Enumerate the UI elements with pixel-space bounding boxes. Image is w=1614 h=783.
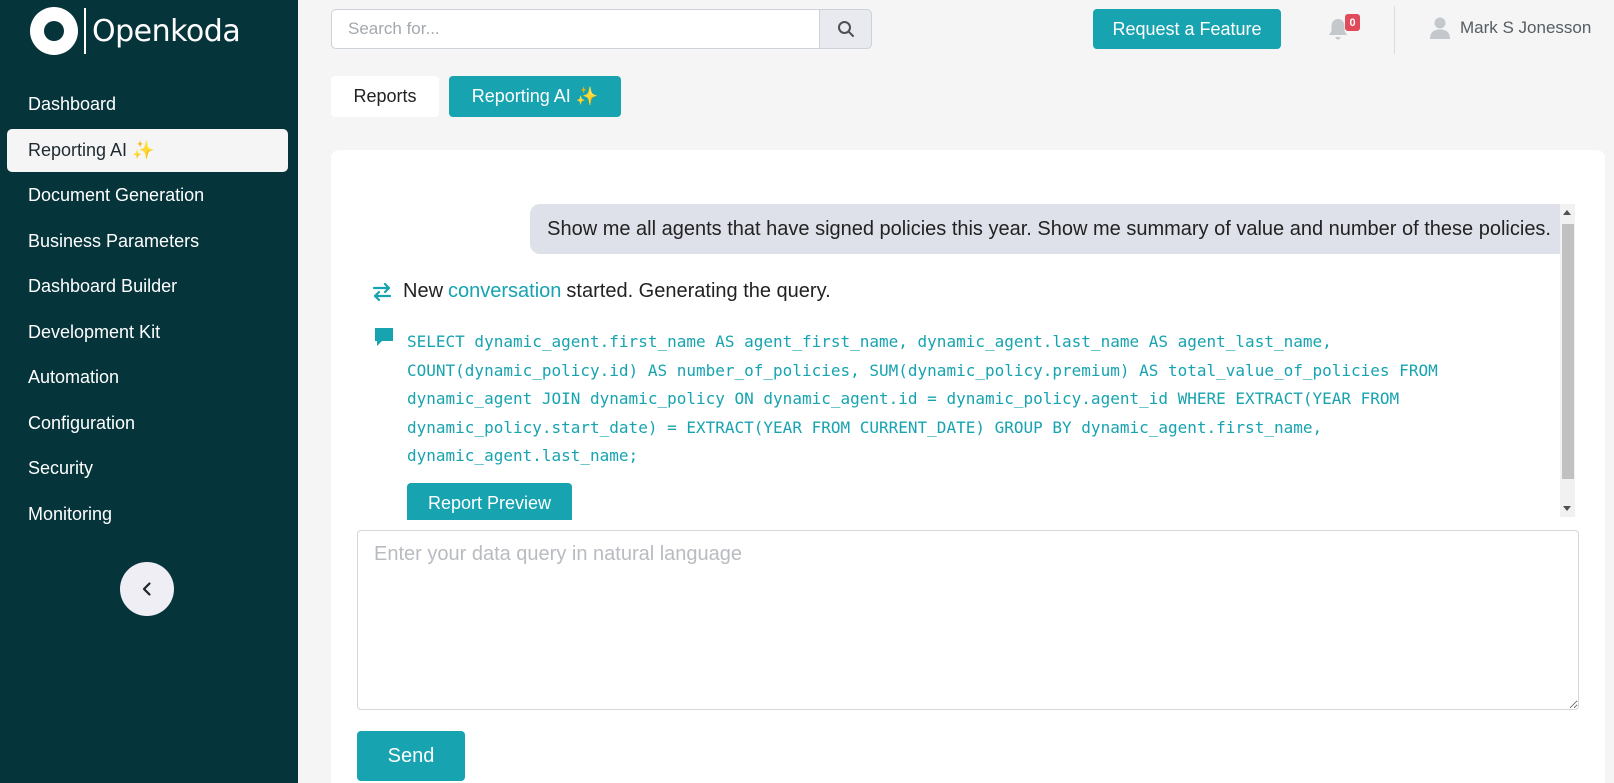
status-suffix: started. Generating the query. [566, 280, 831, 302]
user-icon [1430, 17, 1450, 39]
chat-history: Show me all agents that have signed poli… [331, 204, 1571, 520]
sql-line: dynamic_agent.last_name; [407, 446, 639, 465]
user-message-bubble: Show me all agents that have signed poli… [530, 204, 1568, 254]
sql-line: dynamic_policy.start_date) = EXTRACT(YEA… [407, 417, 1323, 437]
sidebar-nav: Dashboard Reporting AI ✨ Document Genera… [7, 83, 288, 538]
search-button[interactable] [819, 9, 872, 49]
request-feature-button[interactable]: Request a Feature [1093, 9, 1281, 49]
sidebar-item-security[interactable]: Security [7, 447, 288, 490]
chat-bubble-icon [375, 328, 393, 346]
search-bar [331, 9, 872, 49]
status-prefix: New [403, 280, 444, 302]
search-icon [837, 21, 854, 37]
user-menu[interactable]: Mark S Jonesson [1430, 16, 1591, 40]
header-divider [1394, 6, 1395, 54]
sidebar: Openkoda Dashboard Reporting AI ✨ Docume… [0, 0, 298, 783]
report-preview-button[interactable]: Report Preview [407, 483, 572, 520]
logo-divider [84, 8, 86, 54]
scroll-up-arrow-icon[interactable] [1563, 210, 1571, 215]
reporting-ai-card: Show me all agents that have signed poli… [331, 150, 1605, 783]
sidebar-item-business-parameters[interactable]: Business Parameters [7, 220, 288, 263]
sql-line: SELECT dynamic_agent.first_name AS agent… [407, 332, 1332, 351]
arrows-exchange-icon [372, 282, 392, 301]
sidebar-item-dashboard-builder[interactable]: Dashboard Builder [7, 265, 288, 308]
sql-query-text: SELECT dynamic_agent.first_name AS agent… [407, 328, 1543, 471]
generated-sql: SELECT dynamic_agent.first_name AS agent… [373, 328, 1543, 471]
user-name: Mark S Jonesson [1460, 18, 1592, 37]
conversation-status: New conversation started. Generating the… [371, 280, 831, 303]
sidebar-item-configuration[interactable]: Configuration [7, 402, 288, 445]
sidebar-item-document-generation[interactable]: Document Generation [7, 174, 288, 217]
sidebar-item-automation[interactable]: Automation [7, 356, 288, 399]
logo-text: Openkoda [92, 13, 241, 49]
notification-badge: 0 [1345, 14, 1360, 31]
scrollbar-thumb[interactable] [1562, 224, 1574, 479]
chevron-left-icon [142, 582, 151, 596]
query-input[interactable] [357, 530, 1579, 710]
tab-reports[interactable]: Reports [331, 76, 439, 117]
tab-reporting-ai[interactable]: Reporting AI ✨ [449, 76, 621, 117]
sidebar-item-development-kit[interactable]: Development Kit [7, 311, 288, 354]
send-button[interactable]: Send [357, 731, 465, 781]
sql-line: COUNT(dynamic_policy.id) AS number_of_po… [407, 360, 1438, 380]
search-input[interactable] [331, 9, 819, 49]
sidebar-item-monitoring[interactable]: Monitoring [7, 493, 288, 536]
logo-ring-icon [30, 7, 78, 55]
openkoda-logo[interactable]: Openkoda [30, 6, 241, 56]
chat-scrollbar[interactable] [1560, 204, 1575, 517]
sidebar-item-dashboard[interactable]: Dashboard [7, 83, 288, 126]
sidebar-item-reporting-ai[interactable]: Reporting AI ✨ [7, 128, 288, 172]
scroll-down-arrow-icon[interactable] [1563, 506, 1571, 511]
conversation-link[interactable]: conversation [448, 280, 561, 303]
collapse-sidebar-button[interactable] [120, 562, 174, 616]
sql-line: dynamic_agent JOIN dynamic_policy ON dyn… [407, 389, 1400, 408]
